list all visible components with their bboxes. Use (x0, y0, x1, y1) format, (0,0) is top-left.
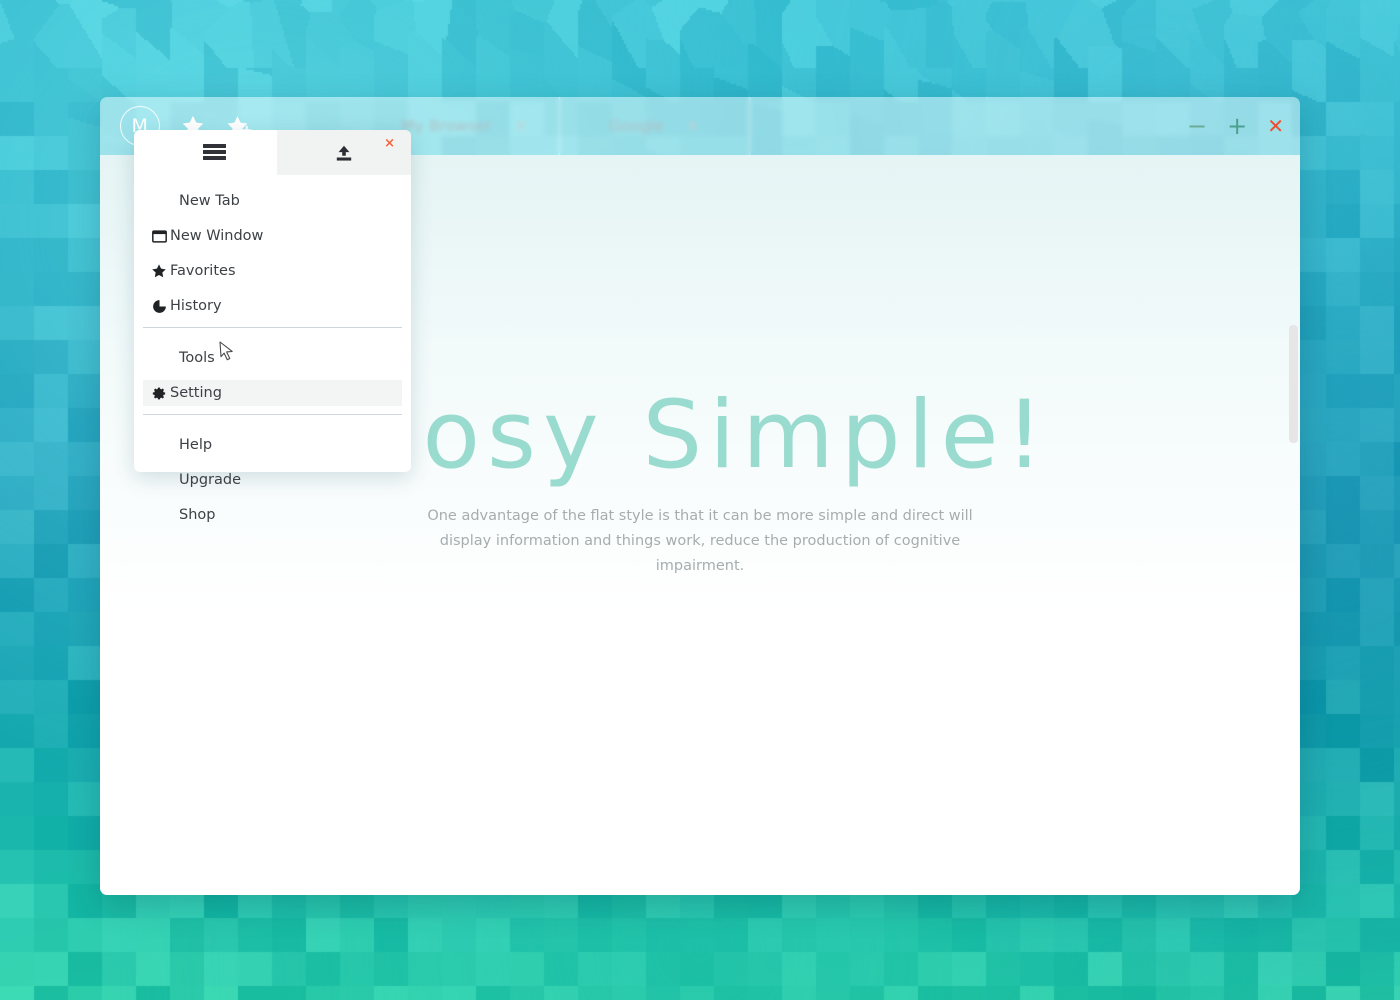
menu-divider (143, 327, 402, 328)
page-subtitle: One advantage of the flat style is that … (427, 507, 973, 574)
pie-clock-icon (151, 298, 167, 314)
menu-item-history[interactable]: History (143, 293, 402, 319)
menu-item-help[interactable]: Help (143, 432, 402, 458)
star-icon (151, 263, 167, 279)
main-menu-dropdown: × New Tab New Window Favorites History T… (134, 130, 411, 522)
maximize-button[interactable]: + (1227, 114, 1247, 138)
menu-item-label: Favorites (170, 262, 236, 279)
menu-item-tools[interactable]: Tools (143, 345, 402, 371)
menu-item-shop[interactable]: Shop (143, 502, 402, 528)
menu-item-label: Tools (179, 349, 215, 366)
menu-item-new-window[interactable]: New Window (143, 223, 402, 249)
upload-icon[interactable] (332, 144, 356, 162)
menu-item-label: Setting (170, 384, 222, 401)
window-controls: − + ✕ (1187, 97, 1284, 155)
menu-list: New Tab New Window Favorites History Too… (134, 175, 411, 528)
menu-item-label: New Window (170, 227, 264, 244)
scrollbar-track[interactable] (1289, 155, 1300, 895)
menu-item-label: Shop (179, 506, 216, 523)
close-window-button[interactable]: ✕ (1267, 116, 1284, 136)
window-icon (151, 228, 167, 244)
menu-item-new-tab[interactable]: New Tab (143, 188, 402, 214)
menu-item-label: New Tab (179, 192, 240, 209)
menu-item-label: Help (179, 436, 213, 453)
gear-icon (151, 385, 167, 401)
menu-item-label: Upgrade (179, 471, 241, 488)
menu-item-setting[interactable]: Setting (143, 380, 402, 406)
hamburger-icon[interactable] (203, 144, 226, 160)
menu-item-label: History (170, 297, 222, 314)
desktop-background: M My Browser × Google × (0, 0, 1400, 1000)
menu-item-upgrade[interactable]: Upgrade (143, 467, 402, 493)
menu-divider (143, 414, 402, 415)
menu-item-favorites[interactable]: Favorites (143, 258, 402, 284)
mini-close-icon[interactable]: × (384, 136, 395, 151)
upload-tab[interactable]: × (277, 130, 411, 175)
scrollbar-thumb[interactable] (1289, 325, 1298, 443)
minimize-button[interactable]: − (1187, 114, 1207, 138)
menu-panel-header: × (134, 130, 411, 175)
